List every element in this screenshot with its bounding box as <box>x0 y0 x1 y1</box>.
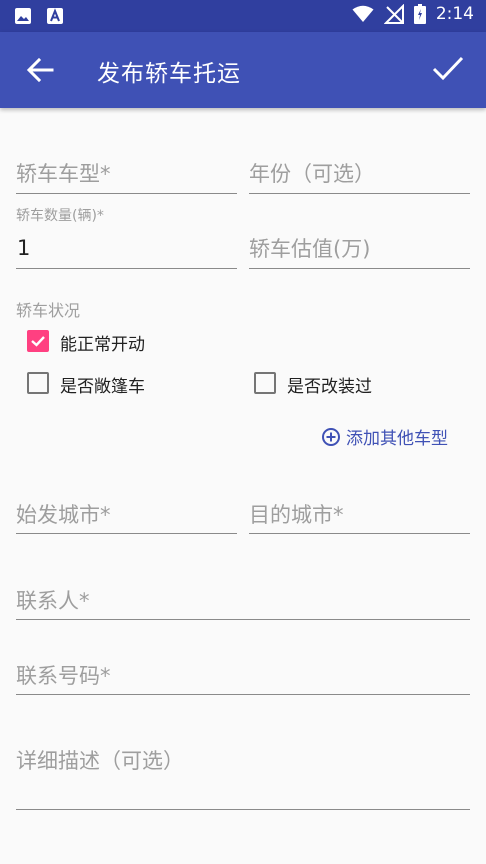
description-underline <box>16 809 470 810</box>
status-time: 2:14 <box>435 4 474 24</box>
estimate-input[interactable]: 轿车估值(万) <box>249 233 370 263</box>
contact-input[interactable]: 联系人* <box>16 585 90 615</box>
battery-icon <box>413 4 426 24</box>
year-underline <box>249 193 470 194</box>
convertible-label: 是否敞篷车 <box>60 377 145 397</box>
add-other-model-label: 添加其他车型 <box>346 429 448 449</box>
back-arrow-icon[interactable] <box>22 52 58 88</box>
add-other-model-button[interactable]: 添加其他车型 <box>321 424 448 449</box>
check-icon[interactable] <box>430 50 466 86</box>
page-title: 发布轿车托运 <box>97 61 241 87</box>
car-model-input[interactable]: 轿车车型* <box>16 158 111 188</box>
dest-city-input[interactable]: 目的城市* <box>249 499 344 529</box>
wifi-icon <box>352 5 374 22</box>
no-signal-icon <box>383 4 404 24</box>
condition-label: 轿车状况 <box>16 301 81 320</box>
estimate-underline <box>249 268 470 269</box>
checkmark-icon <box>31 336 45 347</box>
contact-underline <box>16 619 470 620</box>
car-model-underline <box>16 193 237 194</box>
can-drive-label: 能正常开动 <box>60 335 145 355</box>
modified-checkbox[interactable] <box>254 372 276 394</box>
dest-city-underline <box>249 533 470 534</box>
quantity-label: 轿车数量(辆)* <box>16 208 104 224</box>
font-icon <box>47 8 63 24</box>
convertible-checkbox[interactable] <box>27 372 49 394</box>
image-icon <box>15 8 31 24</box>
description-input[interactable]: 详细描述（可选） <box>16 745 184 775</box>
modified-label: 是否改装过 <box>287 377 372 397</box>
phone-input[interactable]: 联系号码* <box>16 660 111 690</box>
origin-city-input[interactable]: 始发城市* <box>16 499 111 529</box>
add-circle-icon <box>322 427 340 446</box>
quantity-underline <box>16 268 237 269</box>
year-input[interactable]: 年份（可选） <box>249 158 375 188</box>
app-bar: 发布轿车托运 <box>0 32 486 108</box>
quantity-input[interactable]: 1 <box>17 236 30 260</box>
phone-underline <box>16 694 470 695</box>
can-drive-checkbox[interactable] <box>27 330 49 352</box>
status-bar: 2:14 <box>0 0 486 32</box>
origin-city-underline <box>16 533 237 534</box>
